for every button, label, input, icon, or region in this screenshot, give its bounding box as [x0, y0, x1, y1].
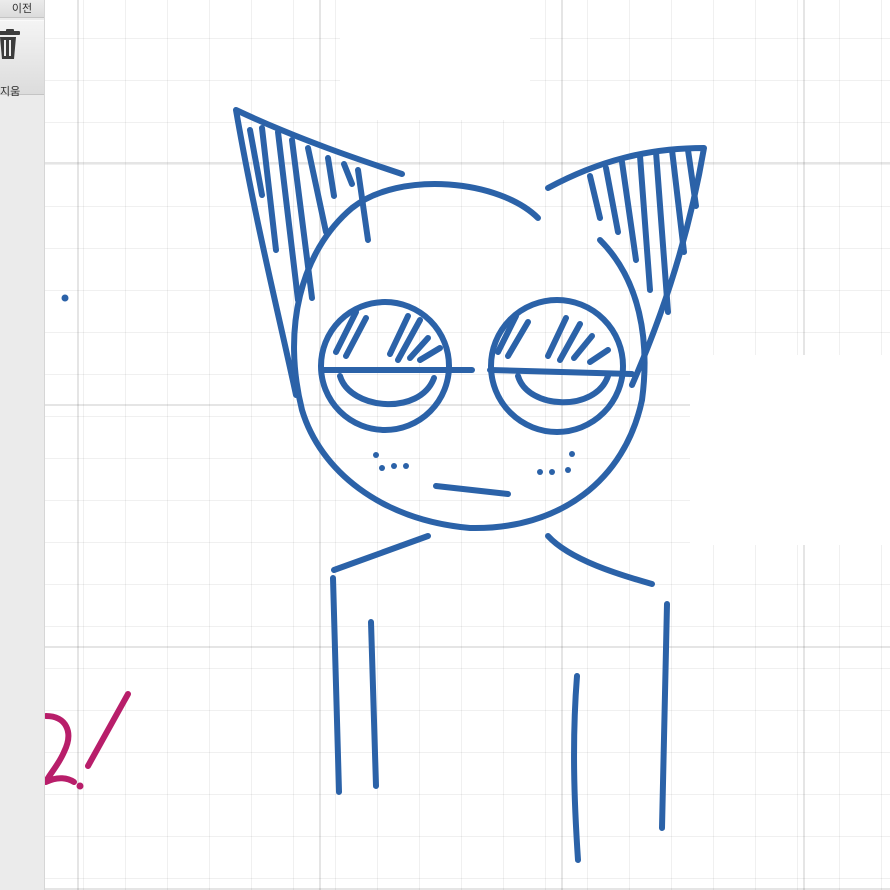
left-eye — [318, 299, 452, 433]
mouth — [433, 483, 511, 497]
previous-button[interactable]: 이전 — [0, 0, 44, 18]
left-eye-pupil — [337, 373, 437, 408]
stray-dot — [61, 294, 69, 302]
freckle — [569, 451, 575, 457]
freckle — [379, 465, 385, 471]
left-toolbar: 이전 지움 — [0, 0, 45, 890]
freckle — [373, 452, 379, 458]
right-eye-pupil — [515, 373, 611, 406]
right-eye-shine — [495, 313, 611, 365]
freckle — [391, 463, 397, 469]
left-shoulder — [331, 533, 431, 573]
right-outer-body-line — [659, 601, 670, 831]
left-arm-line — [368, 619, 379, 789]
right-arm-line — [571, 673, 581, 863]
freckle — [549, 469, 555, 475]
magenta-exclamation-dot — [76, 782, 84, 790]
left-outer-body-line — [330, 575, 342, 795]
trash-icon — [0, 29, 20, 59]
right-shoulder — [545, 533, 655, 587]
freckle — [565, 467, 571, 473]
delete-button[interactable]: 지움 — [0, 20, 44, 98]
freckle — [403, 463, 409, 469]
magenta-exclamation-stroke — [85, 691, 131, 769]
delete-button-label: 지움 — [0, 85, 21, 98]
previous-button-label: 이전 — [11, 2, 33, 15]
right-eye-lid — [487, 367, 635, 377]
right-ear-hatching — [587, 147, 699, 315]
freckle — [537, 469, 543, 475]
magenta-letter-fragment — [43, 713, 77, 785]
sketch-layer — [43, 107, 707, 863]
drawing-app: 이전 지움 — [0, 0, 890, 890]
